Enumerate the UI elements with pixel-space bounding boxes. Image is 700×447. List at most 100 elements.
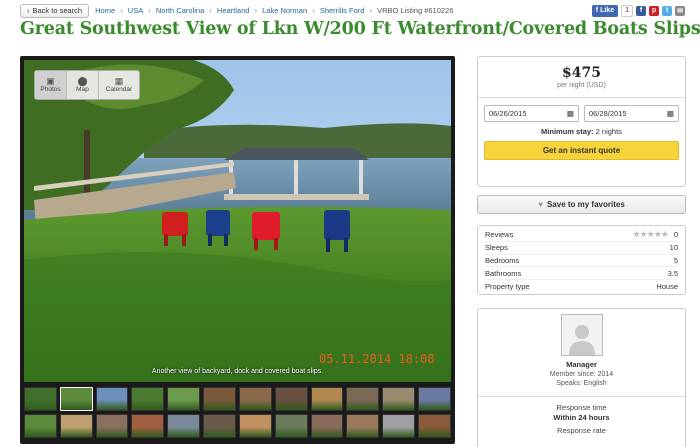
fact-row-property-type: Property type House <box>485 280 678 293</box>
nightly-price: $475 <box>562 65 601 81</box>
calendar-icon: ▦ <box>566 109 574 118</box>
photo-thumbnail[interactable] <box>203 414 236 438</box>
thumbnail-strip <box>24 387 451 438</box>
social-share: f Like 1 f p t ✉ <box>591 4 685 17</box>
facebook-like-count: 1 <box>621 4 633 17</box>
calendar-icon: ▦ <box>114 76 124 86</box>
photo-thumbnail[interactable] <box>203 387 236 411</box>
photo-thumbnail[interactable] <box>167 387 201 411</box>
breadcrumb-separator: › <box>148 6 151 15</box>
breadcrumb-sherrills-ford[interactable]: Sherrills Ford <box>320 6 365 15</box>
fact-value: 3.5 <box>667 268 678 278</box>
minimum-stay-label: Minimum stay: <box>541 127 594 136</box>
breadcrumb-usa[interactable]: USA <box>128 6 143 15</box>
fact-row-reviews: Reviews ★★★★★ 0 <box>485 229 678 242</box>
photo-thumbnail[interactable] <box>274 387 308 411</box>
fact-label: Reviews <box>485 230 514 240</box>
date-range: 06/26/2015 ▦ 06/28/2015 ▦ <box>484 105 679 122</box>
tab-calendar-label: Calendar <box>105 86 133 93</box>
save-to-favorites-button[interactable]: ♥ Save to my favorites <box>477 195 686 214</box>
photo-thumbnail[interactable] <box>382 414 416 438</box>
minimum-stay: Minimum stay: 2 nights <box>484 127 679 136</box>
calendar-icon: ▦ <box>666 109 674 118</box>
photo-thumbnail[interactable] <box>24 387 57 411</box>
speaks-language: Speaks: English <box>556 380 607 387</box>
pinterest-icon[interactable]: p <box>649 5 659 16</box>
price-unit: per night (USD) <box>557 82 606 89</box>
photo-thumbnail[interactable] <box>346 387 380 411</box>
minimum-stay-value: 2 nights <box>595 127 622 136</box>
breadcrumb-separator: › <box>209 6 212 15</box>
tab-calendar[interactable]: ▦ Calendar <box>99 71 139 99</box>
breadcrumb-separator: › <box>369 6 373 15</box>
checkin-date-field[interactable]: 06/26/2015 ▦ <box>484 105 579 122</box>
lake-backyard-photo <box>24 60 451 382</box>
tab-photos[interactable]: ▣ Photos <box>35 71 67 99</box>
photo-thumbnail[interactable] <box>310 414 344 438</box>
checkin-date-value: 06/26/2015 <box>489 109 527 118</box>
photo-thumbnail[interactable] <box>418 414 451 438</box>
photo-date-stamp: 05.11.2014 18:08 <box>319 352 435 366</box>
listing-number: VRBO Listing #610226 <box>377 6 454 15</box>
property-facts: Reviews ★★★★★ 0 Sleeps 10 Bedrooms 5 Bat… <box>477 225 686 295</box>
breadcrumb-home[interactable]: Home <box>95 6 115 15</box>
fact-label: Bedrooms <box>485 255 520 265</box>
photo-thumbnail[interactable] <box>167 414 201 438</box>
view-tabs: ▣ Photos ⬤ Map ▦ Calendar <box>34 70 140 100</box>
main-photo[interactable]: ▣ Photos ⬤ Map ▦ Calendar 05.11.2014 18:… <box>24 60 451 382</box>
email-icon[interactable]: ✉ <box>675 5 685 16</box>
response-time-value: Within 24 hours <box>553 413 610 422</box>
fact-label: Property type <box>485 282 530 292</box>
owner-panel: Manager Member since: 2014 Speaks: Engli… <box>477 308 686 447</box>
breadcrumb-heartland[interactable]: Heartland <box>217 6 250 15</box>
facebook-like-button[interactable]: f Like <box>591 4 619 17</box>
fact-row-bathrooms: Bathrooms 3.5 <box>485 267 678 281</box>
photo-thumbnail[interactable] <box>382 387 416 411</box>
booking-panel: $475 per night (USD) 06/26/2015 ▦ 06/28/… <box>477 56 686 187</box>
map-pin-icon: ⬤ <box>77 76 88 86</box>
fact-value: 0 <box>673 230 678 240</box>
photo-thumbnail[interactable] <box>346 414 380 438</box>
fact-value: 10 <box>669 243 678 253</box>
top-navigation-bar: ‹ Back to search Home › USA › North Caroli… <box>20 3 685 18</box>
camera-icon: ▣ <box>46 76 55 86</box>
photo-gallery: ▣ Photos ⬤ Map ▦ Calendar 05.11.2014 18:… <box>20 56 455 444</box>
photo-thumbnail[interactable] <box>59 414 93 438</box>
photo-thumbnail[interactable] <box>59 387 93 411</box>
tab-map[interactable]: ⬤ Map <box>67 71 99 99</box>
photo-thumbnail[interactable] <box>95 414 129 438</box>
instant-quote-button[interactable]: Get an instant quote <box>484 141 679 160</box>
photo-thumbnail[interactable] <box>131 387 165 411</box>
checkout-date-value: 06/28/2015 <box>589 109 627 118</box>
facebook-share-icon[interactable]: f <box>636 5 646 16</box>
photo-thumbnail[interactable] <box>310 387 344 411</box>
breadcrumb-separator: › <box>254 6 258 15</box>
back-to-search-button[interactable]: ‹ Back to search <box>20 3 90 18</box>
save-to-favorites-label: Save to my favorites <box>546 200 625 209</box>
fact-row-sleeps: Sleeps 10 <box>485 242 678 255</box>
photo-thumbnail[interactable] <box>24 414 57 438</box>
fact-value: House <box>656 282 678 292</box>
facebook-icon: f <box>595 7 599 14</box>
back-to-search-label: Back to search <box>32 6 83 15</box>
breadcrumb-lake-norman[interactable]: Lake Norman <box>262 6 307 15</box>
heart-icon: ♥ <box>538 200 543 209</box>
breadcrumb-separator: › <box>312 6 315 15</box>
twitter-icon[interactable]: t <box>662 5 672 16</box>
photo-thumbnail[interactable] <box>131 414 165 438</box>
checkout-date-field[interactable]: 06/28/2015 ▦ <box>584 105 679 122</box>
response-time-label: Response time <box>556 403 607 412</box>
facebook-like-label: Like <box>600 7 615 14</box>
person-silhouette-icon <box>568 325 595 355</box>
response-rate-label: Response rate <box>557 426 606 435</box>
member-since: Member since: 2014 <box>549 371 614 378</box>
avatar[interactable] <box>560 314 603 356</box>
fact-value: 5 <box>673 255 678 265</box>
photo-thumbnail[interactable] <box>95 387 129 411</box>
photo-thumbnail[interactable] <box>238 387 272 411</box>
divider <box>478 97 685 98</box>
breadcrumb-north-carolina[interactable]: North Carolina <box>156 6 204 15</box>
photo-thumbnail[interactable] <box>418 387 451 411</box>
photo-thumbnail[interactable] <box>238 414 272 438</box>
photo-thumbnail[interactable] <box>274 414 308 438</box>
